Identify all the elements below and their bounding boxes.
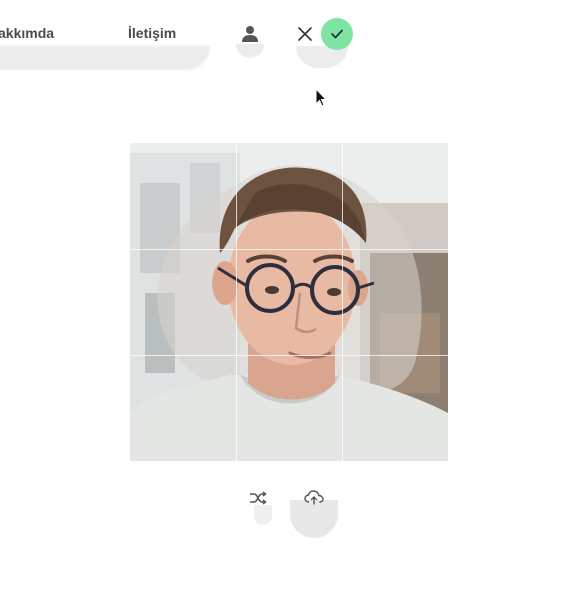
- nav-link-about[interactable]: akkımda: [0, 25, 54, 41]
- cursor-icon: [315, 88, 328, 107]
- grid-line: [130, 355, 448, 356]
- shuffle-button[interactable]: [246, 486, 270, 510]
- portrait-photo: [130, 143, 448, 461]
- close-icon: [298, 27, 312, 41]
- shuffle-icon: [250, 491, 267, 505]
- user-button[interactable]: [236, 20, 264, 48]
- grid-line: [236, 143, 237, 461]
- grid-line: [342, 143, 343, 461]
- photo-canvas[interactable]: [130, 143, 448, 461]
- confirm-button[interactable]: [321, 18, 353, 50]
- nav-link-contact[interactable]: İletişim: [128, 25, 176, 41]
- nav-shadow: [0, 46, 210, 70]
- upload-button[interactable]: [302, 485, 326, 509]
- user-icon: [242, 26, 258, 42]
- check-icon: [331, 29, 343, 39]
- grid-line: [130, 249, 448, 250]
- close-button[interactable]: [293, 22, 317, 46]
- cloud-upload-icon: [304, 490, 324, 505]
